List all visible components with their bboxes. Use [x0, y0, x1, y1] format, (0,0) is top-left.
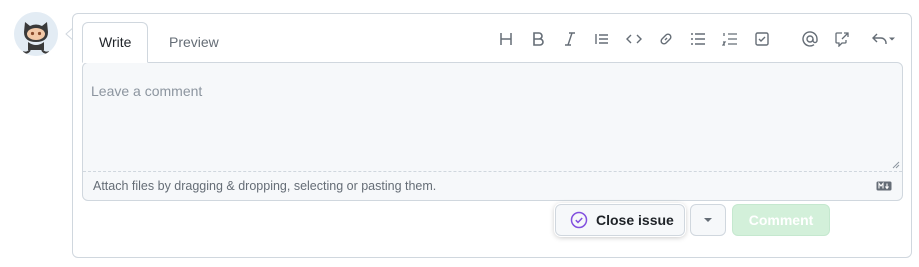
attach-files-text: Attach files by dragging & dropping, sel… [93, 179, 437, 193]
comment-editor: Attach files by dragging & dropping, sel… [82, 62, 903, 201]
tab-preview[interactable]: Preview [153, 22, 235, 63]
editor-tabbar: Write Preview [73, 14, 911, 63]
resize-handle-icon[interactable] [890, 159, 900, 169]
comment-button[interactable]: Comment [732, 204, 830, 236]
avatar[interactable] [14, 12, 58, 56]
octocat-avatar-icon [14, 12, 58, 56]
bold-icon[interactable] [527, 28, 549, 50]
comment-textarea[interactable] [83, 63, 902, 171]
undo-chevron-down-icon [889, 37, 895, 41]
code-icon[interactable] [623, 28, 645, 50]
ordered-list-icon[interactable] [719, 28, 741, 50]
quote-icon[interactable] [591, 28, 613, 50]
tab-write[interactable]: Write [82, 22, 149, 63]
reference-icon[interactable] [831, 28, 853, 50]
triangle-down-icon [704, 218, 712, 222]
close-issue-button[interactable]: Close issue [555, 204, 685, 236]
mention-icon[interactable] [799, 28, 821, 50]
italic-icon[interactable] [559, 28, 581, 50]
heading-icon[interactable] [495, 28, 517, 50]
link-icon[interactable] [655, 28, 677, 50]
close-issue-label: Close issue [596, 212, 674, 228]
task-list-icon[interactable] [751, 28, 773, 50]
attach-files-bar[interactable]: Attach files by dragging & dropping, sel… [83, 171, 902, 200]
unordered-list-icon[interactable] [687, 28, 709, 50]
check-circle-icon [570, 211, 588, 229]
markdown-icon[interactable] [876, 181, 892, 191]
undo-icon[interactable] [869, 28, 899, 50]
close-options-dropdown-button[interactable] [690, 204, 726, 236]
